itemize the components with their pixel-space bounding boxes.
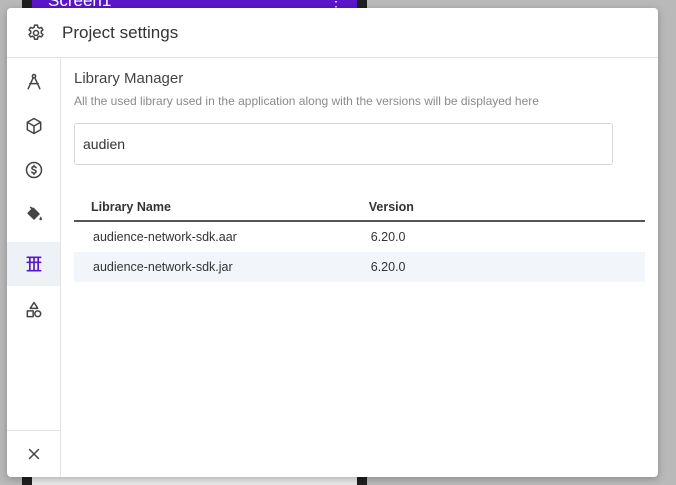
- close-icon: [28, 448, 39, 460]
- project-settings-dialog: Project settings Library Manager All the…: [7, 8, 658, 477]
- table-row[interactable]: audience-network-sdk.jar 6.20.0: [74, 252, 645, 282]
- library-name-cell: audience-network-sdk.jar: [74, 252, 369, 282]
- dollar-circle-icon: [25, 161, 42, 179]
- column-header-library-name[interactable]: Library Name: [74, 194, 369, 222]
- column-header-version[interactable]: Version: [368, 194, 645, 222]
- dialog-title: Project settings: [62, 23, 179, 42]
- sidebar-item-theme[interactable]: [7, 192, 60, 236]
- sidebar-item-components[interactable]: [7, 104, 60, 148]
- library-table: Library Name Version audience-network-sd…: [74, 194, 645, 282]
- library-version-cell: 6.20.0: [370, 230, 406, 244]
- library-manager-panel: Library Manager All the used library use…: [74, 70, 649, 282]
- close-button[interactable]: [7, 430, 60, 477]
- sidebar-item-library-manager[interactable]: [7, 242, 60, 286]
- library-name-cell: audience-network-sdk.aar: [93, 230, 237, 244]
- compass-drawing-icon: [26, 73, 41, 90]
- table-row[interactable]: audience-network-sdk.aar 6.20.0: [74, 221, 645, 252]
- sidebar-item-design[interactable]: [7, 60, 60, 104]
- dialog-header: Project settings: [7, 8, 658, 58]
- sidebar-item-assets[interactable]: [7, 288, 60, 332]
- sidebar-item-monetization[interactable]: [7, 148, 60, 192]
- library-search-input[interactable]: [74, 123, 613, 165]
- settings-sidebar: [7, 58, 61, 477]
- section-description: All the used library used in the applica…: [74, 94, 539, 108]
- gear-icon: [26, 23, 46, 43]
- paint-bucket-icon: [26, 206, 42, 221]
- table-header-row: Library Name Version: [74, 194, 645, 222]
- library-columns-icon: [26, 256, 42, 272]
- section-title: Library Manager: [74, 70, 184, 87]
- shapes-icon: [26, 301, 41, 318]
- cube-icon: [26, 117, 41, 135]
- library-version-cell: 6.20.0: [368, 252, 645, 282]
